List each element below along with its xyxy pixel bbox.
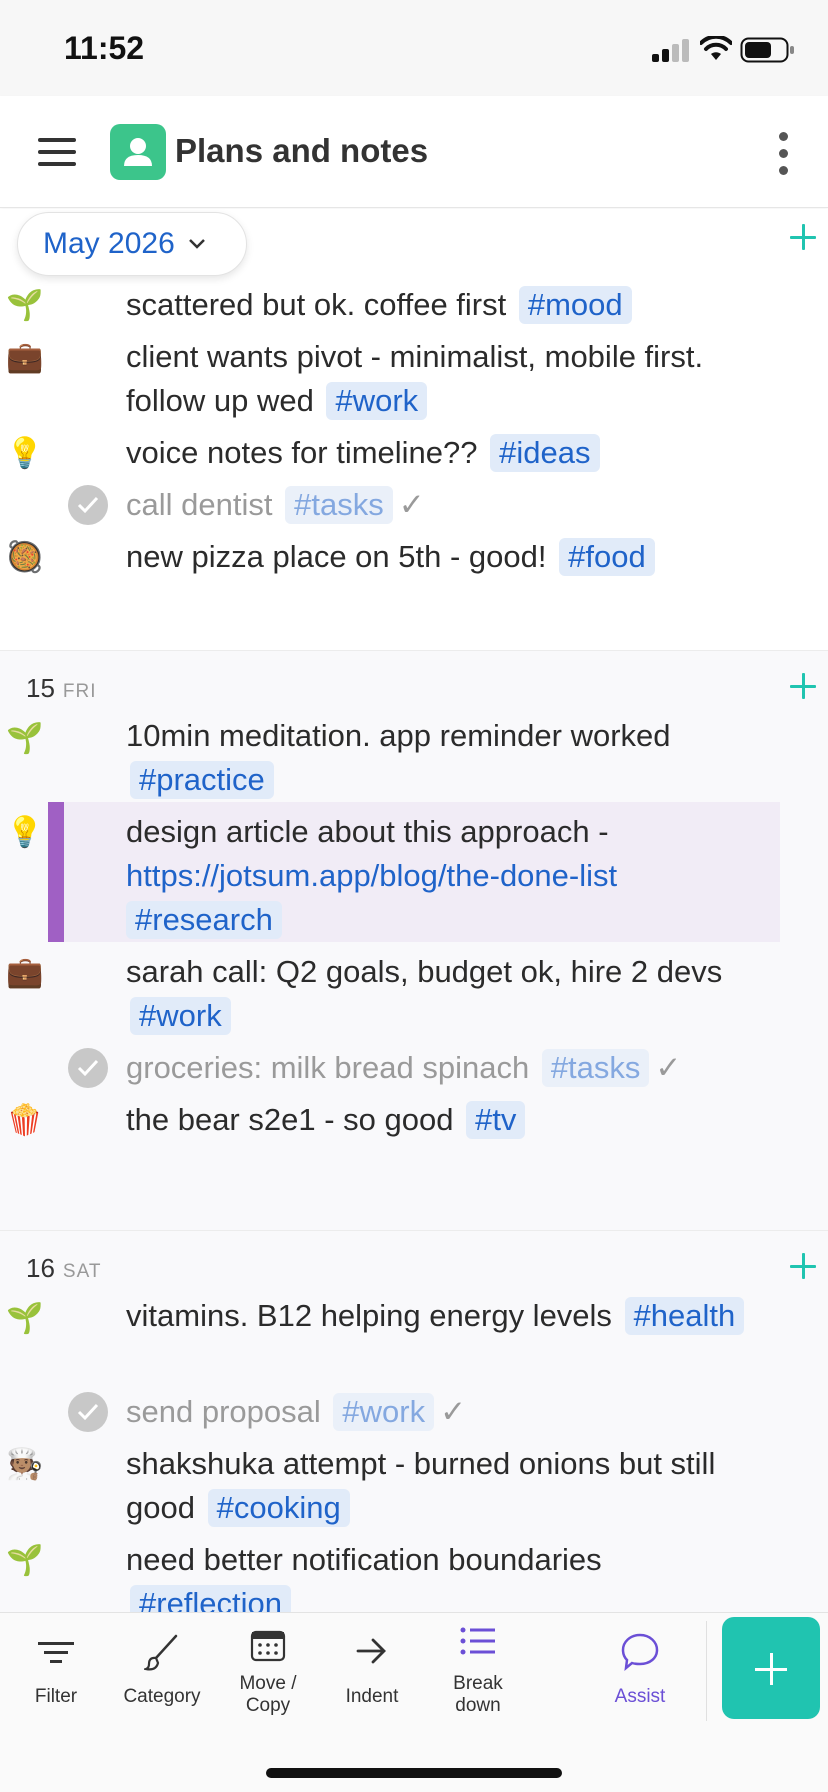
tag-chip[interactable]: #health: [624, 1297, 745, 1335]
move-copy-label: Move / Copy: [239, 1673, 297, 1716]
entry-text: scattered but ok. coffee first: [126, 287, 507, 322]
chevron-down-icon: [188, 239, 205, 249]
tag-chip[interactable]: #tasks: [285, 486, 393, 524]
tag-chip[interactable]: #ideas: [490, 434, 600, 472]
tag-chip[interactable]: #practice: [130, 761, 274, 799]
entry-text: design article about this approach -: [126, 814, 609, 849]
indent-button[interactable]: Indent: [326, 1613, 418, 1723]
battery-icon: [740, 37, 794, 63]
filter-icon: [38, 1642, 74, 1663]
month-selector[interactable]: May 2026: [17, 212, 247, 276]
entry-text: the bear s2e1 - so good: [126, 1102, 454, 1137]
tag-chip[interactable]: #work: [326, 382, 428, 420]
add-entry-icon[interactable]: [788, 222, 818, 252]
done-check-icon: ✓: [398, 487, 425, 522]
sprout-icon: 🌱: [6, 1302, 44, 1335]
app-header: Plans and notes: [0, 96, 828, 208]
lightbulb-icon: 💡: [6, 816, 44, 849]
briefcase-icon: 💼: [6, 341, 44, 374]
brush-icon: [144, 1634, 178, 1671]
day-weekday: SAT: [62, 1261, 102, 1282]
tag-chip[interactable]: #tv: [466, 1101, 526, 1139]
tag-chip[interactable]: #research: [126, 901, 282, 939]
day-header: 15 FRI: [26, 673, 97, 704]
sprout-icon: 🌱: [6, 722, 44, 755]
tag-chip[interactable]: #cooking: [207, 1489, 350, 1527]
day-header: 16 SAT: [26, 1253, 101, 1284]
checkmark-circle-icon[interactable]: [68, 485, 108, 525]
break-down-button[interactable]: Break down: [432, 1613, 524, 1723]
category-button[interactable]: Category: [112, 1613, 212, 1723]
sprout-icon: 🌱: [6, 1544, 44, 1577]
assist-button[interactable]: Assist: [594, 1613, 686, 1723]
page-title: Plans and notes: [175, 132, 429, 169]
day-section: 16 SAT 🌱 vitamins. B12 helping energy lev…: [0, 1230, 828, 1612]
checkmark-circle-icon[interactable]: [68, 1048, 108, 1088]
signal-icon: [652, 38, 690, 62]
timeline-list[interactable]: May 2026 🌱 scattered but ok. coffee firs…: [0, 209, 828, 1612]
arrow-right-icon: [356, 1638, 386, 1664]
filter-label: Filter: [34, 1686, 78, 1707]
entry-text: vitamins. B12 helping energy levels: [126, 1298, 612, 1333]
indent-label: Indent: [345, 1686, 399, 1707]
lightbulb-icon: 💡: [6, 437, 44, 470]
month-label: May 2026: [43, 227, 175, 260]
entry-text: new pizza place on 5th - good!: [126, 539, 547, 574]
status-bar: 11:52: [0, 0, 828, 96]
day-section: 15 FRI 🌱 10min meditation. app reminder w…: [0, 650, 828, 1230]
assist-label: Assist: [614, 1686, 666, 1707]
checkmark-circle-icon[interactable]: [68, 1392, 108, 1432]
entry-link[interactable]: https://jotsum.app/blog/the-done-list: [126, 858, 617, 893]
filter-button[interactable]: Filter: [10, 1613, 102, 1723]
toolbar-divider: [706, 1621, 707, 1721]
chef-icon: 🧑🏽‍🍳: [6, 1448, 44, 1481]
day-section: May 2026 🌱 scattered but ok. coffee firs…: [0, 209, 828, 650]
bottom-toolbar: Filter Category Move / Copy Indent Break d…: [0, 1612, 828, 1792]
category-label: Category: [123, 1686, 201, 1707]
more-options-icon[interactable]: [770, 132, 796, 176]
status-time: 11:52: [64, 30, 145, 66]
entry-text: groceries: milk bread spinach: [126, 1050, 530, 1085]
move-copy-button[interactable]: Move / Copy: [222, 1613, 314, 1723]
list-icon: [460, 1627, 495, 1655]
entry-text: call dentist: [126, 487, 273, 522]
tag-chip[interactable]: #mood: [518, 286, 632, 324]
entry-text: voice notes for timeline??: [126, 435, 478, 470]
entry-text: send proposal: [126, 1394, 321, 1429]
sprout-icon: 🌱: [6, 289, 44, 322]
wifi-icon: [700, 36, 732, 60]
chat-bubble-icon: [621, 1633, 659, 1671]
tag-chip[interactable]: #tasks: [541, 1049, 650, 1087]
add-entry-icon[interactable]: [788, 671, 818, 701]
food-dish-icon: 🥘: [6, 541, 44, 574]
add-entry-icon[interactable]: [788, 1251, 818, 1281]
done-check-icon: ✓: [655, 1050, 682, 1085]
notebook-user-icon: [110, 124, 166, 180]
done-check-icon: ✓: [440, 1394, 467, 1429]
tag-chip[interactable]: #reflection: [130, 1585, 292, 1612]
calendar-icon: [250, 1630, 286, 1662]
break-down-label: Break down: [453, 1673, 503, 1716]
tag-chip[interactable]: #work: [333, 1393, 435, 1431]
home-indicator: [266, 1768, 562, 1778]
entry-text: need better notification boundaries: [126, 1542, 602, 1577]
tag-chip[interactable]: #work: [130, 997, 231, 1035]
tag-chip[interactable]: #food: [559, 538, 655, 576]
entry-text: sarah call: Q2 goals, budget ok, hire 2 …: [126, 954, 723, 989]
day-number: 16: [26, 1253, 55, 1283]
add-entry-button[interactable]: [722, 1617, 820, 1719]
entry-text: 10min meditation. app reminder worked: [126, 718, 671, 753]
briefcase-icon: 💼: [6, 956, 44, 989]
day-weekday: FRI: [62, 681, 97, 702]
day-number: 15: [26, 673, 55, 703]
popcorn-icon: 🍿: [6, 1104, 44, 1137]
hamburger-menu-icon[interactable]: [36, 136, 80, 168]
